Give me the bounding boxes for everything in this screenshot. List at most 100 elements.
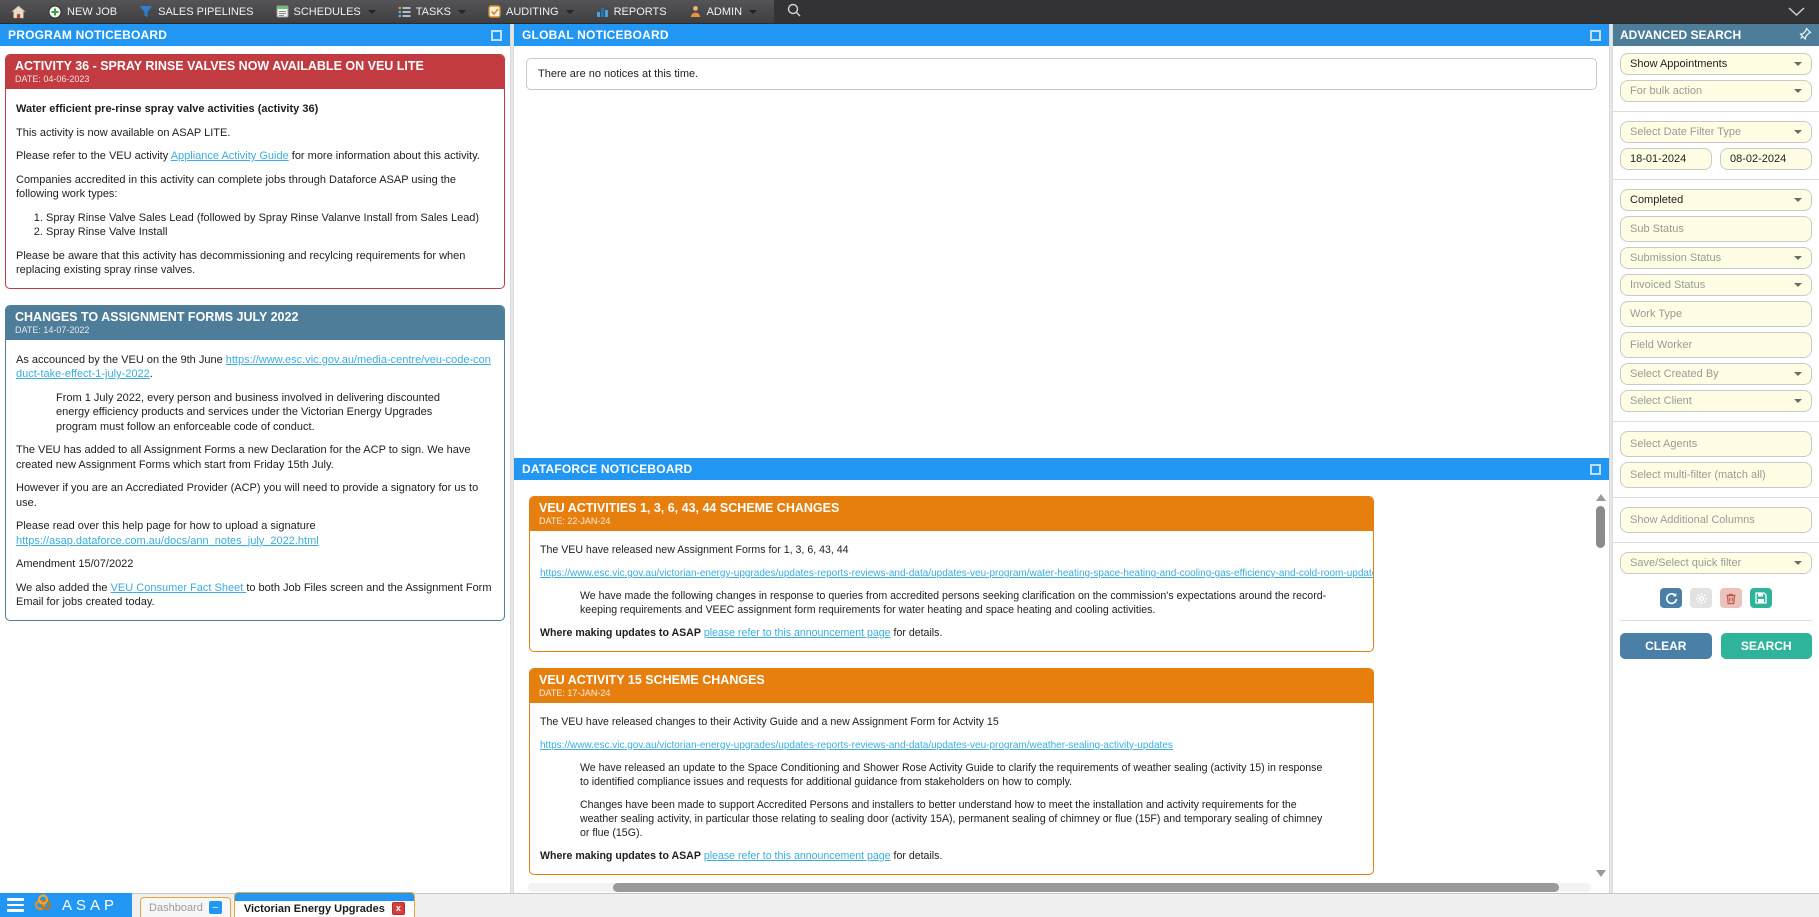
notice-paragraph: The VEU have released new Assignment For… [540,544,1363,558]
date-to-input[interactable]: 08-02-2024 [1720,148,1812,170]
esc-weather-sealing-link[interactable]: https://www.esc.vic.gov.au/victorian-ene… [540,740,1173,751]
submission-status-dropdown[interactable]: Submission Status [1620,247,1812,269]
settings-gear-button[interactable] [1690,588,1712,608]
appliance-activity-guide-link[interactable]: Appliance Activity Guide [171,150,289,162]
nav-schedules[interactable]: SCHEDULES [265,0,387,23]
notice-paragraph: Water efficient pre-rinse spray valve ac… [16,102,494,117]
brand-name: ASAP [62,897,118,914]
vertical-scrollbar[interactable] [1595,494,1606,877]
nav-tasks[interactable]: TASKS [387,0,477,23]
minimize-icon[interactable]: – [209,901,222,914]
pin-icon[interactable] [1799,27,1812,43]
menu-hamburger-icon[interactable] [7,898,24,912]
ann-notes-link[interactable]: https://asap.dataforce.com.au/docs/ann_n… [16,535,319,547]
chevron-down-icon [566,10,574,14]
text: Where making updates to ASAP [540,627,701,639]
nav-reports[interactable]: REPORTS [585,0,678,23]
notice-title: CHANGES TO ASSIGNMENT FORMS JULY 2022 [15,310,495,324]
text: Where making updates to ASAP [540,850,701,862]
dropdown-placeholder: Submission Status [1630,252,1721,264]
multi-filter-input[interactable]: Select multi-filter (match all) [1620,462,1812,488]
horizontal-scrollbar[interactable] [528,883,1591,892]
nav-label: ADMIN [707,6,742,18]
notice-paragraph: https://www.esc.vic.gov.au/victorian-ene… [540,567,1363,581]
chevron-down-icon [1794,399,1802,403]
scroll-down-arrow[interactable] [1596,870,1606,877]
text: We also added the [16,582,111,594]
notice-paragraph: https://www.esc.vic.gov.au/victorian-ene… [540,739,1363,753]
panel-title: GLOBAL NOTICEBOARD [522,28,669,42]
input-placeholder: Show Additional Columns [1630,514,1755,526]
chevron-down-icon [1794,372,1802,376]
divider [1613,421,1819,422]
chevron-down-icon [1794,561,1802,565]
popout-icon[interactable] [491,30,502,41]
popout-icon[interactable] [1590,30,1601,41]
program-noticeboard-header: PROGRAM NOTICEBOARD [0,24,510,46]
additional-columns-input[interactable]: Show Additional Columns [1620,507,1812,533]
notice-quote: We have made the following changes in re… [580,590,1333,618]
text: As accounced by the VEU on the 9th June [16,354,226,366]
popout-icon[interactable] [1590,464,1601,475]
quick-filter-dropdown[interactable]: Save/Select quick filter [1620,552,1812,574]
chevron-down-icon [749,10,757,14]
date-filter-type-dropdown[interactable]: Select Date Filter Type [1620,121,1812,143]
announcement-page-link[interactable]: please refer to this announcement page [704,627,891,639]
invoiced-status-dropdown[interactable]: Invoiced Status [1620,274,1812,296]
scrollbar-thumb[interactable] [1596,506,1605,548]
nav-auditing[interactable]: AUDITING [477,0,585,23]
bulk-action-dropdown[interactable]: For bulk action [1620,80,1812,102]
advanced-search-panel: ADVANCED SEARCH Show Appointments For bu… [1613,24,1819,893]
date-from-input[interactable]: 18-01-2024 [1620,148,1712,170]
save-button[interactable] [1750,588,1772,608]
notice-body: The VEU have released changes to their A… [530,703,1373,874]
nav-admin[interactable]: ADMIN [678,0,768,23]
person-icon [689,5,702,18]
work-type-list: Spray Rinse Valve Sales Lead (followed b… [46,211,494,240]
esc-updates-link[interactable]: https://www.esc.vic.gov.au/victorian-ene… [540,568,1374,579]
show-appointments-dropdown[interactable]: Show Appointments [1620,53,1812,75]
nav-label: NEW JOB [67,6,117,18]
notice-title: ACTIVITY 36 - SPRAY RINSE VALVES NOW AVA… [15,59,495,73]
nav-sales-pipelines[interactable]: SALES PIPELINES [128,0,264,23]
nav-expand-chevron[interactable] [1774,0,1819,23]
work-type-input[interactable]: Work Type [1620,301,1812,327]
clear-button[interactable]: CLEAR [1620,633,1712,659]
notice-paragraph: Where making updates to ASAP please refe… [540,627,1363,641]
sub-status-input[interactable]: Sub Status [1620,216,1812,242]
delete-trash-button[interactable] [1720,588,1742,608]
text: for details. [894,850,943,862]
veu-consumer-fact-sheet-link[interactable]: VEU Consumer Fact Sheet [111,582,247,594]
nav-home[interactable] [0,0,37,23]
calendar-icon [276,5,289,18]
scrollbar-thumb[interactable] [613,883,1559,892]
middle-panel: GLOBAL NOTICEBOARD There are no notices … [514,24,1609,893]
advanced-search-body: Show Appointments For bulk action Select… [1613,46,1819,893]
text: for more information about this activity… [289,150,480,162]
status-dropdown[interactable]: Completed [1620,189,1812,211]
refresh-button[interactable] [1660,588,1682,608]
tab-label: Victorian Energy Upgrades [244,903,385,915]
tab-victorian-energy-upgrades[interactable]: Victorian Energy Upgrades x [234,892,415,917]
field-worker-input[interactable]: Field Worker [1620,332,1812,358]
agents-input[interactable]: Select Agents [1620,431,1812,457]
no-notices-message: There are no notices at this time. [526,58,1597,90]
client-dropdown[interactable]: Select Client [1620,390,1812,412]
created-by-dropdown[interactable]: Select Created By [1620,363,1812,385]
global-search-bar[interactable] [774,0,1774,23]
nav-label: SALES PIPELINES [158,6,253,18]
main-content: PROGRAM NOTICEBOARD ACTIVITY 36 - SPRAY … [0,24,1819,893]
close-icon[interactable]: x [392,902,405,915]
tab-dashboard[interactable]: Dashboard – [140,897,231,917]
announcement-page-link[interactable]: please refer to this announcement page [704,850,891,862]
nav-new-job[interactable]: NEW JOB [37,0,128,23]
scroll-up-arrow[interactable] [1596,494,1606,501]
quick-filter-actions [1613,588,1819,608]
notice-quote: From 1 July 2022, every person and busin… [56,391,464,435]
audit-icon [488,5,501,18]
search-button[interactable]: SEARCH [1721,633,1813,659]
notice-header: ACTIVITY 36 - SPRAY RINSE VALVES NOW AVA… [6,55,504,89]
input-placeholder: Sub Status [1630,223,1684,235]
program-noticeboard-body: ACTIVITY 36 - SPRAY RINSE VALVES NOW AVA… [0,46,510,893]
notice-header: VEU ACTIVITY 15 SCHEME CHANGES DATE: 17-… [530,669,1373,703]
